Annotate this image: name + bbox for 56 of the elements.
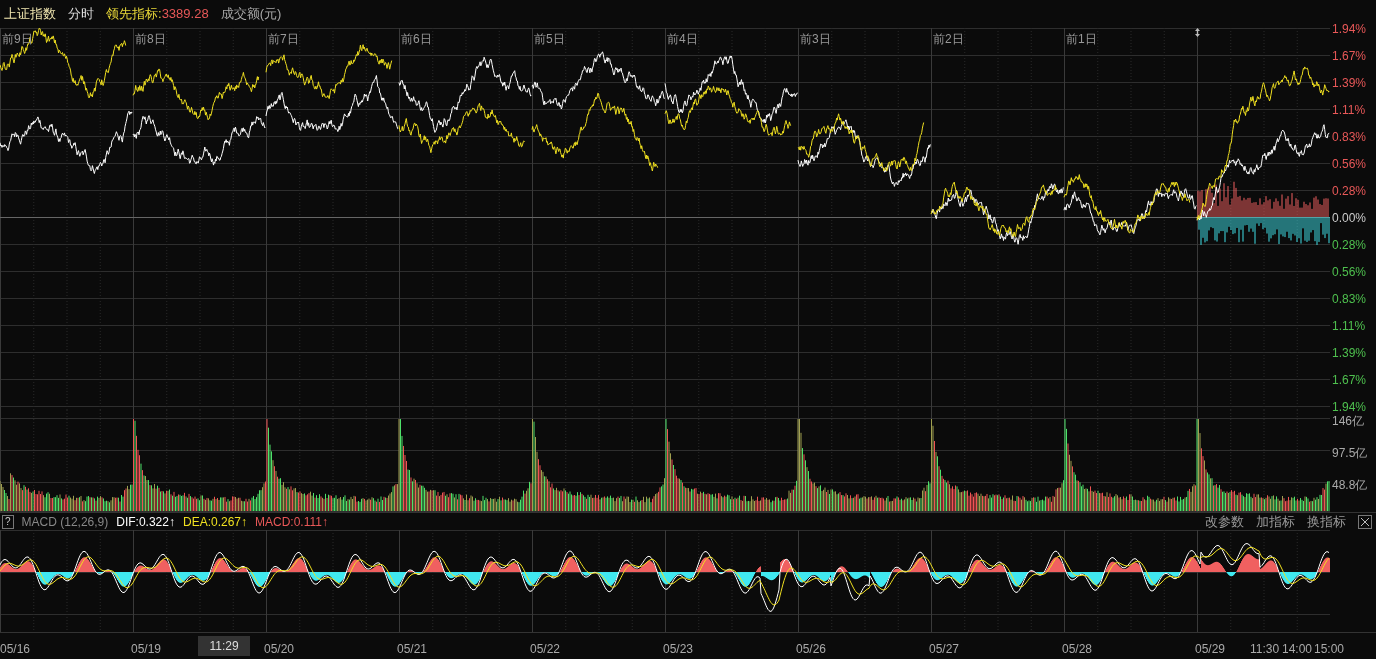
date-label: 05/19 — [131, 641, 162, 658]
index-title: 上证指数 — [4, 5, 56, 24]
date-label: 05/16 — [0, 641, 31, 658]
axis-label: 0.28% — [1332, 184, 1368, 198]
axis-label: 0.00% — [1332, 211, 1368, 225]
axis-label: 0.28% — [1332, 238, 1368, 252]
axis-label: 1.11% — [1332, 319, 1367, 333]
date-label: 05/20 — [264, 641, 295, 658]
close-button[interactable] — [1358, 514, 1372, 529]
day-label: 前3日 — [800, 32, 831, 46]
day-label: 前8日 — [135, 32, 166, 46]
axis-label: 1.11% — [1332, 103, 1367, 117]
chart-mode-tab[interactable]: 分时 — [68, 4, 94, 24]
date-label: 05/29 — [1195, 641, 1226, 658]
dif-value: DIF:0.322↑ — [116, 513, 175, 531]
axis-label: 1.94% — [1332, 22, 1368, 36]
time-label: 11:30 — [1250, 641, 1280, 658]
axis-label: 0.83% — [1332, 130, 1368, 144]
time-label: 14:00 — [1282, 641, 1313, 658]
date-label: 05/28 — [1062, 641, 1093, 658]
indicator-name: MACD (12,26,9) — [21, 513, 109, 531]
day-label: 前5日 — [534, 32, 565, 46]
day-label: 前9日 — [2, 32, 33, 46]
axis-label: 0.56% — [1332, 265, 1368, 279]
drag-handle-icon[interactable] — [1195, 28, 1200, 37]
cursor-time-label: 11:29 — [198, 636, 250, 656]
day-label: 前6日 — [401, 32, 432, 46]
time-label: 15:00 — [1314, 641, 1345, 658]
day-label: 前2日 — [933, 32, 964, 46]
axis-label: 0.56% — [1332, 157, 1368, 171]
axis-label: 1.39% — [1332, 76, 1368, 90]
axis-label: 97.5亿 — [1332, 445, 1368, 462]
date-label: 05/27 — [929, 641, 960, 658]
date-label: 05/22 — [530, 641, 561, 658]
help-button[interactable]: ? — [2, 514, 14, 529]
leading-indicator-label: 领先指标:3389.28 — [106, 5, 209, 24]
day-label: 前4日 — [667, 32, 698, 46]
date-label: 05/21 — [397, 641, 428, 658]
indicator-button[interactable]: 换指标 — [1307, 511, 1346, 532]
volume-label: 成交额(元) — [220, 5, 282, 24]
close-icon — [1360, 516, 1370, 527]
date-label: 05/23 — [663, 641, 694, 658]
axis-label: 1.94% — [1332, 400, 1368, 414]
indicator-button[interactable]: 改参数 — [1205, 511, 1244, 532]
axis-label: 1.67% — [1332, 373, 1368, 387]
indicator-button[interactable]: 加指标 — [1256, 511, 1295, 532]
axis-label: 146亿 — [1332, 413, 1365, 430]
axis-label: 48.8亿 — [1332, 477, 1368, 494]
axis-label: 0.83% — [1332, 292, 1368, 306]
date-label: 05/26 — [796, 641, 827, 658]
day-label: 前1日 — [1066, 32, 1097, 46]
axis-label: 1.39% — [1332, 346, 1368, 360]
day-label: 前7日 — [268, 32, 299, 46]
dea-value: DEA:0.267↑ — [182, 513, 247, 531]
macd-value: MACD:0.111↑ — [255, 513, 328, 531]
axis-label: 1.67% — [1332, 49, 1368, 63]
